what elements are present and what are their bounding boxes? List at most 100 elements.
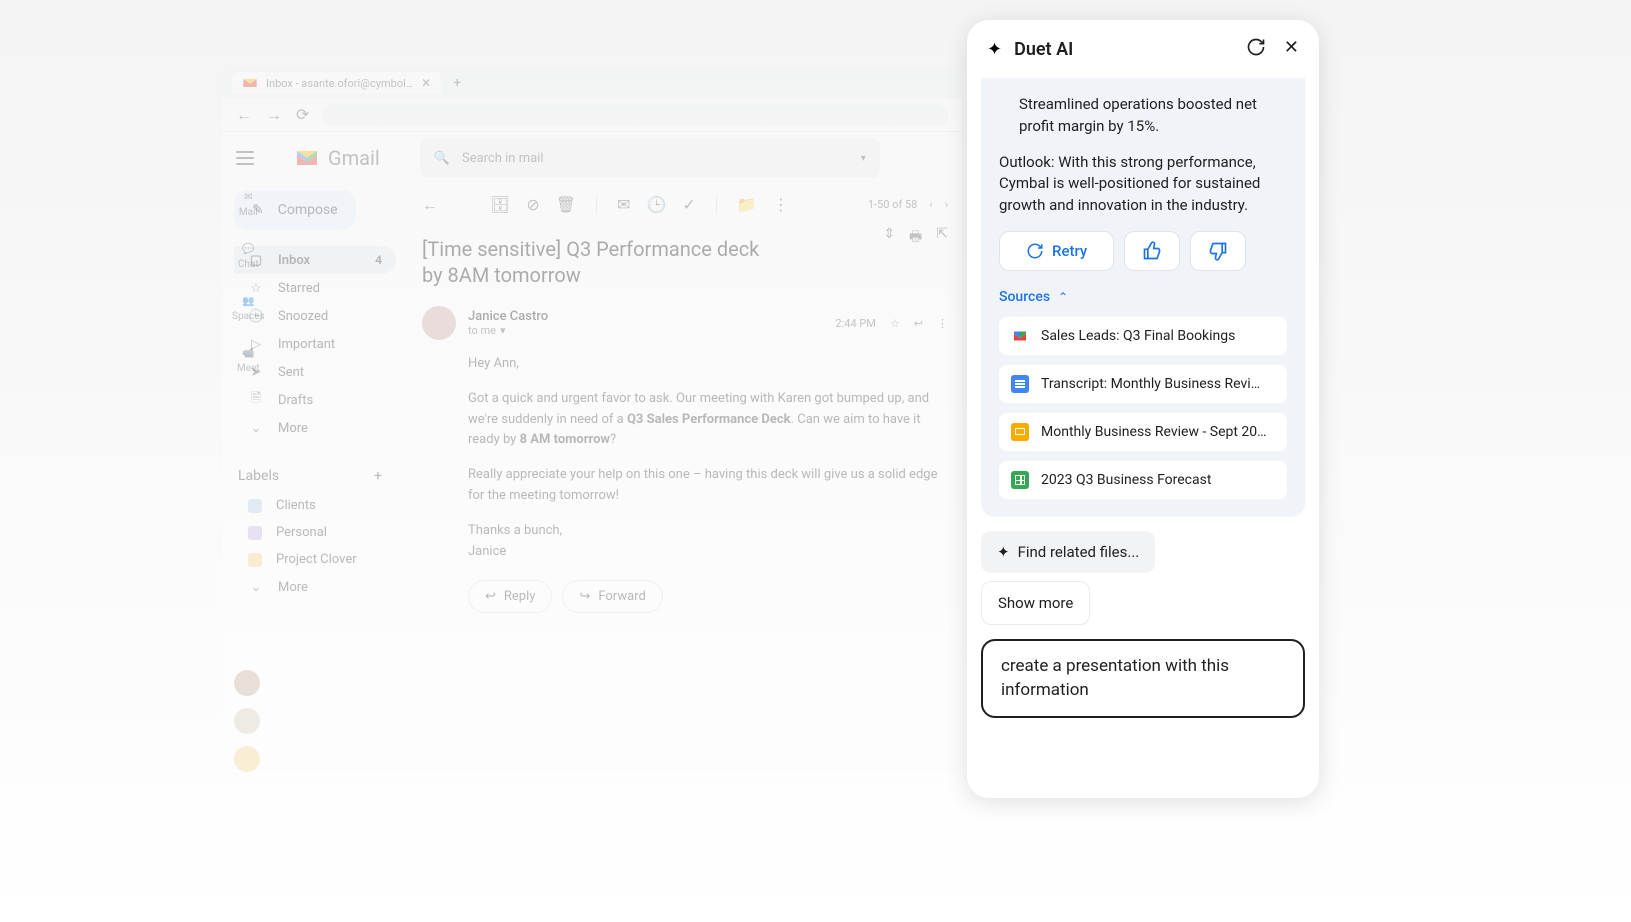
source-item-gmail[interactable]: Sales Leads: Q3 Final Bookings (999, 317, 1287, 355)
folder-label: Drafts (278, 393, 313, 408)
search-input[interactable]: 🔍 Search in mail ▾ (420, 138, 880, 178)
show-more-button[interactable]: Show more (981, 581, 1090, 625)
reply-button[interactable]: ↩ Reply (468, 580, 552, 613)
nav-meet[interactable]: 📹 Meet (232, 348, 265, 374)
label-project-clover[interactable]: Project Clover (234, 546, 396, 573)
close-icon[interactable]: ✕ (1284, 37, 1299, 62)
print-icon[interactable]: 🖶 (909, 226, 922, 250)
nav-mail[interactable]: ✉ Mail (232, 192, 265, 218)
folder-label: Starred (278, 281, 320, 296)
suggestion-find-files[interactable]: ✦ Find related files... (981, 531, 1155, 573)
reload-icon[interactable]: ⟳ (296, 105, 309, 124)
labels-section: Labels + Clients Personal Project Clover… (234, 468, 396, 601)
nav-chat[interactable]: 💬 Chat (232, 244, 265, 270)
close-tab-icon[interactable]: ✕ (421, 76, 431, 90)
task-icon[interactable]: ✓ (682, 195, 695, 214)
avatar[interactable] (234, 746, 260, 772)
prev-page-icon[interactable]: ‹ (929, 198, 932, 211)
avatar[interactable] (234, 708, 260, 734)
more-icon[interactable]: ⋮ (937, 317, 948, 330)
forward-button[interactable]: ↪ Forward (562, 580, 662, 613)
chevron-up-icon: ⌃ (1058, 290, 1068, 304)
avatar-stack (234, 670, 260, 772)
label-more[interactable]: ⌄ More (234, 573, 396, 601)
star-icon[interactable]: ☆ (890, 317, 900, 330)
retry-icon (1026, 242, 1044, 260)
url-bar[interactable] (323, 104, 948, 126)
source-item-docs[interactable]: Transcript: Monthly Business Revi… (999, 365, 1287, 403)
browser-toolbar: ← → ⟳ (222, 98, 962, 132)
email-toolbar: ← 🗄 ⊘ 🗑 ✉ 🕒 ✓ 📁 ⋮ 1-50 of 58 ‹ › (422, 184, 948, 226)
folder-more[interactable]: ⌄ More (234, 414, 396, 442)
dropdown-icon[interactable]: ▾ (500, 324, 506, 337)
gmail-favicon-icon (242, 75, 258, 91)
mail-icon: ✉ (244, 192, 252, 203)
reload-icon[interactable] (1246, 37, 1266, 62)
folder-drafts[interactable]: 🗎 Drafts (234, 386, 396, 414)
expand-icon[interactable]: ⇕ (883, 226, 895, 250)
back-icon[interactable]: ← (236, 105, 252, 125)
label-clients[interactable]: Clients (234, 492, 396, 519)
folder-label: More (278, 421, 308, 436)
snooze-icon[interactable]: 🕒 (646, 195, 666, 214)
suggestion-section: ✦ Find related files... Show more (967, 517, 1319, 625)
add-label-icon[interactable]: + (374, 468, 382, 484)
tab-title: Inbox - asante.ofori@cymbol… (266, 77, 413, 90)
nav-spaces[interactable]: 👥 Spaces (232, 296, 265, 322)
to-text: to me (468, 324, 496, 337)
forward-label: Forward (598, 589, 645, 604)
source-label: Sales Leads: Q3 Final Bookings (1041, 328, 1235, 344)
thumbs-up-button[interactable] (1124, 231, 1180, 271)
ai-response-card: Streamlined operations boosted net profi… (981, 78, 1305, 517)
spam-icon[interactable]: ⊘ (526, 195, 539, 214)
suggestion-label: Find related files... (1018, 543, 1140, 561)
source-item-slides[interactable]: Monthly Business Review - Sept 20… (999, 413, 1287, 451)
archive-icon[interactable]: 🗄 (490, 195, 510, 214)
search-options-icon[interactable]: ▾ (861, 153, 866, 164)
product-nav: ✉ Mail 💬 Chat 👥 Spaces 📹 Meet (232, 192, 265, 374)
slides-icon (1011, 423, 1029, 441)
sources-toggle[interactable]: Sources ⌃ (999, 289, 1287, 305)
gmail-window: Inbox - asante.ofori@cymbol… ✕ + ← → ⟳ G… (222, 68, 962, 768)
sparkle-icon: ✦ (997, 543, 1010, 561)
email-signoff: Thanks a bunch, Janice (468, 521, 948, 563)
popout-icon[interactable]: ⇱ (936, 226, 948, 250)
spaces-icon: 👥 (242, 296, 254, 307)
drafts-icon: 🗎 (248, 392, 264, 408)
delete-icon[interactable]: 🗑 (556, 195, 576, 214)
move-icon[interactable]: 📁 (737, 195, 757, 214)
separator (716, 196, 717, 214)
browser-tab[interactable]: Inbox - asante.ofori@cymbol… ✕ (232, 72, 441, 94)
email-subject-row: [Time sensitive] Q3 Performance deck by … (422, 226, 948, 288)
gmail-body: ✎ Compose ▢ Inbox 4 ☆ Starred 🕒 Snoozed (222, 184, 962, 768)
email-area: ← 🗄 ⊘ 🗑 ✉ 🕒 ✓ 📁 ⋮ 1-50 of 58 ‹ › [ (408, 184, 962, 768)
gmail-logo-icon (294, 148, 320, 168)
mail-icon[interactable]: ✉ (617, 195, 630, 214)
back-arrow-icon[interactable]: ← (422, 195, 438, 215)
thumbs-down-button[interactable] (1190, 231, 1246, 271)
prompt-input[interactable]: create a presentation with this informat… (981, 639, 1305, 719)
hamburger-icon[interactable] (236, 151, 254, 165)
chevron-down-icon: ⌄ (248, 420, 264, 436)
next-page-icon[interactable]: › (945, 198, 948, 211)
search-placeholder: Search in mail (462, 151, 544, 166)
ai-response-text: Streamlined operations boosted net profi… (999, 94, 1287, 217)
reply-icon[interactable]: ↩ (914, 317, 923, 330)
reply-actions: ↩ Reply ↪ Forward (468, 580, 948, 613)
forward-icon[interactable]: → (266, 105, 282, 125)
thumbs-down-icon (1208, 241, 1228, 261)
avatar[interactable] (234, 670, 260, 696)
source-item-sheets[interactable]: 2023 Q3 Business Forecast (999, 461, 1287, 499)
sender-avatar (422, 306, 456, 340)
reply-icon: ↩ (485, 589, 496, 604)
more-icon[interactable]: ⋮ (773, 195, 789, 214)
nav-label: Chat (238, 259, 259, 270)
retry-button[interactable]: Retry (999, 231, 1114, 271)
response-para-2: Outlook: With this strong performance, C… (999, 152, 1287, 217)
gmail-header: Gmail 🔍 Search in mail ▾ (222, 132, 962, 184)
folder-label: Important (278, 337, 335, 352)
new-tab-icon[interactable]: + (453, 75, 461, 91)
gmail-icon (1011, 327, 1029, 345)
pagination-text: 1-50 of 58 (868, 198, 918, 211)
label-personal[interactable]: Personal (234, 519, 396, 546)
